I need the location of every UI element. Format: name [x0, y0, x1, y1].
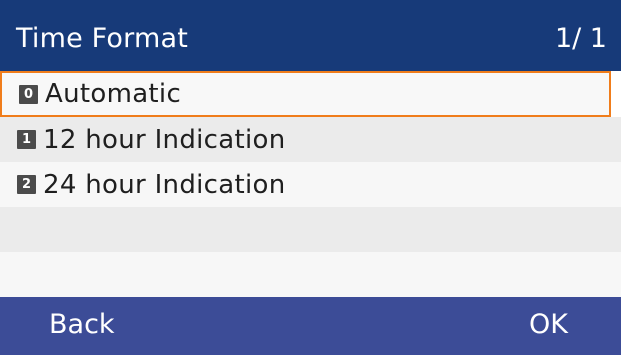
softkey-bar: Back OK — [0, 297, 621, 355]
number-1-icon: 1 — [17, 130, 36, 149]
time-format-screen: Time Format 1/ 1 0 Automatic 1 12 hour I… — [0, 0, 621, 355]
header-bar: Time Format 1/ 1 — [0, 0, 621, 71]
page-title: Time Format — [16, 23, 189, 54]
number-0-icon: 0 — [19, 84, 38, 104]
option-24-hour-indication-label: 24 hour Indication — [43, 169, 286, 200]
ok-softkey[interactable]: OK — [529, 311, 568, 338]
empty-list-row — [0, 252, 621, 297]
time-format-options-list: 0 Automatic 1 12 hour Indication 2 24 ho… — [0, 71, 621, 297]
number-2-icon: 2 — [17, 175, 36, 194]
page-indicator: 1/ 1 — [554, 23, 607, 54]
empty-list-row — [0, 207, 621, 252]
option-12-hour-indication[interactable]: 1 12 hour Indication — [0, 117, 621, 162]
option-24-hour-indication[interactable]: 2 24 hour Indication — [0, 162, 621, 207]
option-automatic-label: Automatic — [45, 79, 182, 109]
option-automatic[interactable]: 0 Automatic — [0, 71, 611, 117]
option-12-hour-indication-label: 12 hour Indication — [43, 124, 286, 155]
back-softkey[interactable]: Back — [49, 311, 115, 338]
